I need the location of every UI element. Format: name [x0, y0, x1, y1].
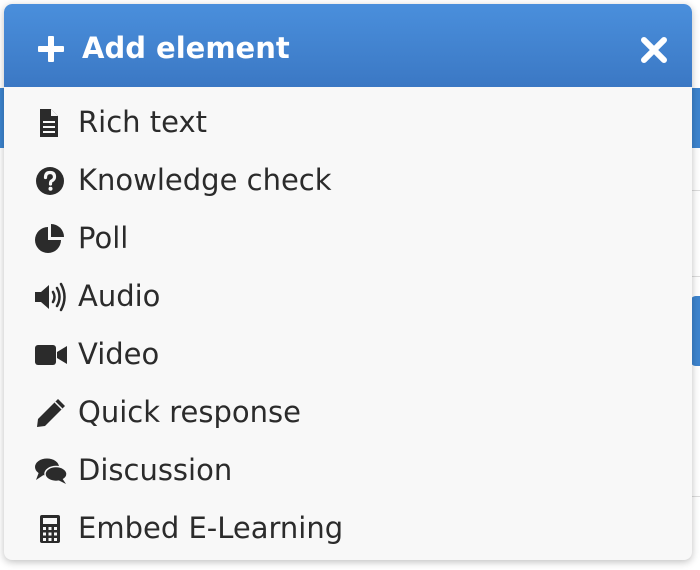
menu-item-discussion[interactable]: Discussion	[4, 442, 692, 500]
element-menu: Rich text Knowledge check Poll Audio Vid…	[4, 94, 692, 558]
pencil-icon	[34, 398, 68, 428]
menu-item-label: Knowledge check	[78, 163, 332, 197]
dialog-header: Add element	[4, 4, 692, 87]
calculator-icon	[34, 514, 68, 544]
dialog-title: Add element	[82, 31, 290, 65]
add-element-dialog: Add element Rich text Knowledge check Po…	[4, 4, 692, 560]
menu-item-label: Rich text	[78, 105, 207, 139]
plus-icon	[38, 36, 64, 62]
menu-item-embed-e-learning[interactable]: Embed E-Learning	[4, 500, 692, 558]
menu-item-label: Discussion	[78, 453, 233, 487]
document-icon	[34, 108, 68, 138]
close-icon	[641, 37, 667, 63]
question-circle-icon	[34, 166, 68, 196]
pie-chart-icon	[34, 224, 68, 254]
comments-icon	[34, 456, 68, 486]
menu-item-label: Poll	[78, 221, 129, 255]
speaker-icon	[34, 282, 68, 312]
close-button[interactable]	[636, 32, 672, 68]
menu-item-label: Quick response	[78, 395, 301, 429]
menu-item-label: Audio	[78, 279, 161, 313]
menu-item-quick-response[interactable]: Quick response	[4, 384, 692, 442]
menu-item-knowledge-check[interactable]: Knowledge check	[4, 152, 692, 210]
menu-item-label: Embed E-Learning	[78, 511, 344, 545]
menu-item-video[interactable]: Video	[4, 326, 692, 384]
menu-item-audio[interactable]: Audio	[4, 268, 692, 326]
menu-item-rich-text[interactable]: Rich text	[4, 94, 692, 152]
menu-item-poll[interactable]: Poll	[4, 210, 692, 268]
menu-item-label: Video	[78, 337, 160, 371]
video-camera-icon	[34, 340, 68, 370]
